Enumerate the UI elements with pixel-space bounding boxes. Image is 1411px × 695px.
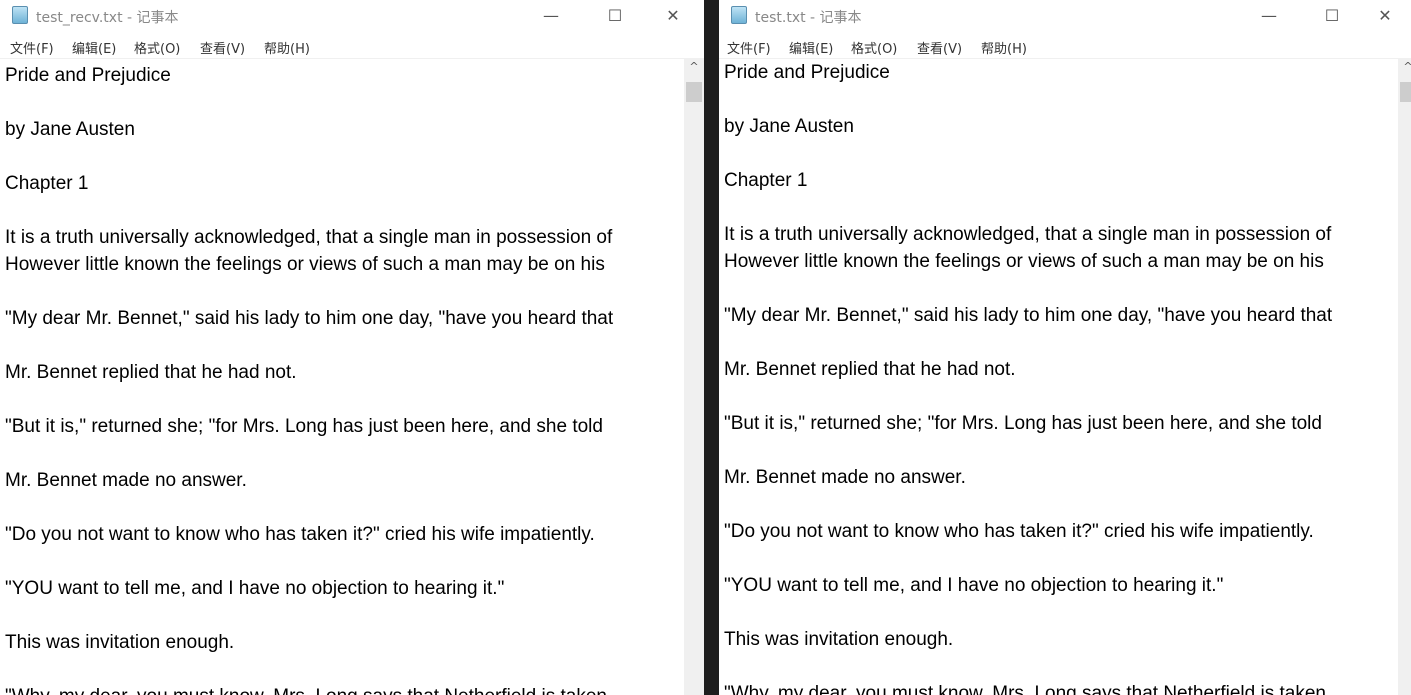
text-line: Mr. Bennet replied that he had not. [724,359,1016,380]
menu-item[interactable]: 编辑(E) [789,38,833,57]
minimize-button[interactable]: — [528,4,574,28]
text-line: "But it is," returned she; "for Mrs. Lon… [724,413,1322,434]
minimize-button[interactable]: — [1246,4,1292,28]
menu-item[interactable]: 格式(O) [851,38,897,57]
text-line: This was invitation enough. [5,632,235,653]
title-bar[interactable]: test.txt - 记事本 — ☐ ✕ [719,0,1411,32]
text-line: This was invitation enough. [724,629,954,650]
menu-item[interactable]: 帮助(H) [981,38,1027,57]
close-button[interactable]: ✕ [650,4,696,28]
text-line: "But it is," returned she; "for Mrs. Lon… [5,416,603,437]
notepad-icon [731,6,747,24]
text-editor[interactable]: Pride and Prejudice by Jane Austen Chapter… [719,58,1398,695]
vertical-scrollbar[interactable]: ^ [684,58,704,695]
maximize-button[interactable]: ☐ [1309,4,1355,28]
menu-item[interactable]: 格式(O) [134,38,180,57]
scroll-thumb[interactable] [686,82,702,102]
text-line: It is a truth universally acknowledged, … [5,227,613,248]
title-bar[interactable]: test_recv.txt - 记事本 — ☐ ✕ [0,0,704,32]
scroll-up-icon[interactable]: ^ [1398,60,1411,73]
text-line: "Do you not want to know who has taken i… [724,521,1314,542]
text-line: However little known the feelings or vie… [724,251,1324,272]
menu-item[interactable]: 编辑(E) [72,38,116,57]
menu-item[interactable]: 文件(F) [727,38,771,57]
menu-item[interactable]: 帮助(H) [264,38,310,57]
text-line: "My dear Mr. Bennet," said his lady to h… [724,305,1333,326]
close-button[interactable]: ✕ [1362,4,1408,28]
notepad-window-left: test_recv.txt - 记事本 — ☐ ✕ 文件(F) 编辑(E) 格式(O… [0,0,704,695]
maximize-button[interactable]: ☐ [592,4,638,28]
text-line: "Do you not want to know who has taken i… [5,524,595,545]
text-editor[interactable]: Pride and Prejudice by Jane Austen Chapter… [0,58,684,695]
text-line: Pride and Prejudice [724,62,890,83]
text-line: Mr. Bennet made no answer. [5,470,247,491]
text-line: by Jane Austen [5,119,135,140]
text-line: "Why, my dear, you must know, Mrs. Long … [5,683,607,695]
text-line: "My dear Mr. Bennet," said his lady to h… [5,308,614,329]
notepad-window-right: test.txt - 记事本 — ☐ ✕ 文件(F) 编辑(E) 格式(O) 查看(V… [719,0,1411,695]
window-title: test_recv.txt - 记事本 [36,10,179,26]
text-line: Mr. Bennet made no answer. [724,467,966,488]
text-line: Mr. Bennet replied that he had not. [5,362,297,383]
text-line: Pride and Prejudice [5,65,171,86]
text-line: "YOU want to tell me, and I have no obje… [724,575,1224,596]
scroll-up-icon[interactable]: ^ [684,60,704,73]
text-line: "Why, my dear, you must know, Mrs. Long … [724,683,1326,695]
text-line: Chapter 1 [5,173,89,194]
menu-item[interactable]: 查看(V) [200,38,245,57]
scroll-thumb[interactable] [1400,82,1411,102]
menu-bar: 文件(F) 编辑(E) 格式(O) 查看(V) 帮助(H) [0,34,704,58]
text-line: by Jane Austen [724,116,854,137]
window-title: test.txt - 记事本 [755,10,862,26]
text-line: However little known the feelings or vie… [5,254,605,275]
menu-bar: 文件(F) 编辑(E) 格式(O) 查看(V) 帮助(H) [719,34,1411,58]
text-line: Chapter 1 [724,170,808,191]
notepad-icon [12,6,28,24]
vertical-scrollbar[interactable]: ^ [1398,58,1411,695]
menu-item[interactable]: 文件(F) [10,38,54,57]
menu-item[interactable]: 查看(V) [917,38,962,57]
text-line: "YOU want to tell me, and I have no obje… [5,578,505,599]
text-line: It is a truth universally acknowledged, … [724,224,1332,245]
